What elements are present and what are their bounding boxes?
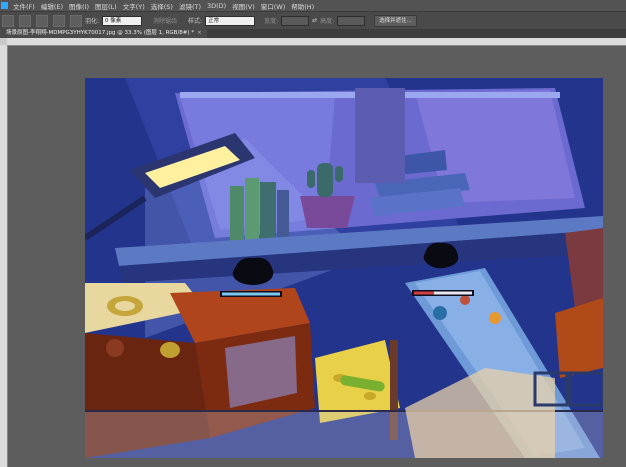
menu-edit[interactable]: 编辑(E) bbox=[38, 1, 66, 11]
antialias-checkbox[interactable]: 消除锯齿 bbox=[153, 16, 177, 25]
feather-label: 羽化: bbox=[85, 18, 100, 25]
style-select[interactable]: 正常 bbox=[205, 15, 256, 26]
menu-filter[interactable]: 滤镜(T) bbox=[176, 1, 204, 11]
document-canvas[interactable] bbox=[85, 78, 603, 458]
document-tab[interactable]: 场景原图-李翔翔-MDMPG3YHYK70017.jpg @ 33.3% (图层… bbox=[0, 29, 207, 38]
add-selection-icon[interactable] bbox=[36, 14, 48, 27]
menu-file[interactable]: 文件(F) bbox=[10, 1, 38, 11]
menu-image[interactable]: 图像(I) bbox=[66, 1, 92, 11]
menu-bar: 文件(F) 编辑(E) 图像(I) 图层(L) 文字(Y) 选择(S) 滤镜(T… bbox=[0, 0, 626, 11]
scene-artwork bbox=[85, 78, 603, 458]
width-label: 宽度: bbox=[264, 18, 279, 25]
marquee-tool-icon[interactable] bbox=[2, 14, 14, 27]
new-selection-icon[interactable] bbox=[19, 14, 31, 27]
swap-icon[interactable]: ⇄ bbox=[312, 17, 317, 24]
vertical-ruler[interactable] bbox=[0, 45, 8, 467]
select-and-mask-button[interactable]: 选择并遮住... bbox=[374, 14, 417, 27]
subtract-selection-icon[interactable] bbox=[53, 14, 65, 27]
menu-select[interactable]: 选择(S) bbox=[148, 1, 176, 11]
close-icon[interactable]: × bbox=[197, 30, 202, 36]
menu-view[interactable]: 视图(V) bbox=[229, 1, 258, 11]
feather-input[interactable]: 0 像素 bbox=[102, 15, 143, 26]
document-tab-bar: 场景原图-李翔翔-MDMPG3YHYK70017.jpg @ 33.3% (图层… bbox=[0, 29, 626, 38]
photoshop-logo-icon[interactable] bbox=[1, 2, 8, 9]
width-input[interactable] bbox=[281, 15, 310, 26]
horizontal-ruler[interactable] bbox=[7, 38, 626, 46]
menu-help[interactable]: 帮助(H) bbox=[288, 1, 317, 11]
style-label: 样式: bbox=[188, 18, 203, 25]
intersect-selection-icon[interactable] bbox=[70, 14, 82, 27]
menu-layer[interactable]: 图层(L) bbox=[92, 1, 120, 11]
ruler-corner[interactable] bbox=[0, 38, 7, 45]
menu-type[interactable]: 文字(Y) bbox=[120, 1, 148, 11]
document-tab-title: 场景原图-李翔翔-MDMPG3YHYK70017.jpg @ 33.3% (图层… bbox=[6, 30, 195, 36]
menu-window[interactable]: 窗口(W) bbox=[258, 1, 289, 11]
height-label: 高度: bbox=[320, 18, 335, 25]
menu-3d[interactable]: 3D(D) bbox=[204, 2, 229, 10]
height-input[interactable] bbox=[337, 15, 366, 26]
options-bar: 羽化: 0 像素 消除锯齿 样式: 正常 宽度: ⇄ 高度: 选择并遮住... bbox=[0, 11, 626, 30]
